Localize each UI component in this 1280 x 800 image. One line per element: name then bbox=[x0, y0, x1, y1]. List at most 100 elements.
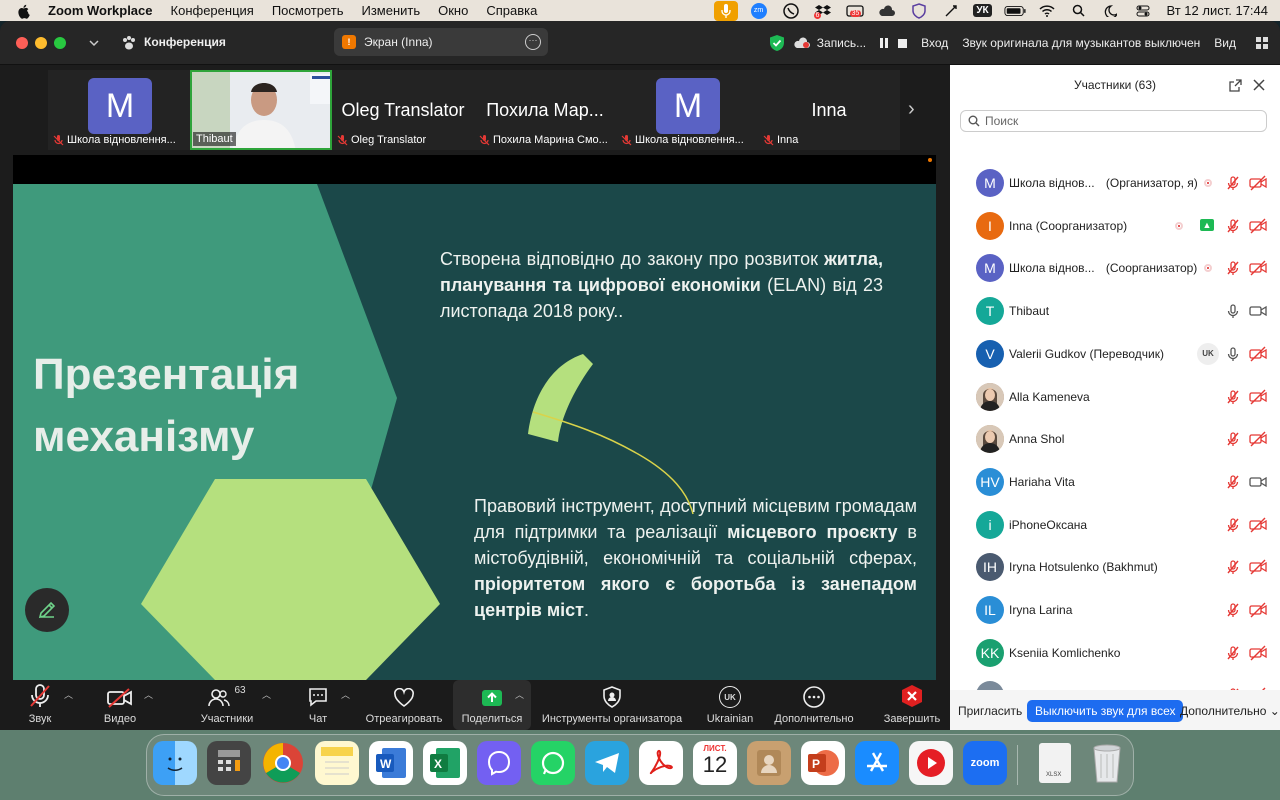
powerpoint-icon[interactable]: P bbox=[801, 741, 845, 785]
camera-off-icon[interactable] bbox=[1249, 517, 1267, 533]
camera-off-icon[interactable] bbox=[1249, 389, 1267, 405]
stop-recording-icon[interactable] bbox=[898, 38, 908, 48]
contacts-icon[interactable] bbox=[747, 741, 791, 785]
zoom-app-icon[interactable]: zoom bbox=[963, 741, 1007, 785]
notes-icon[interactable] bbox=[315, 741, 359, 785]
camera-off-icon[interactable] bbox=[1249, 645, 1267, 661]
chevron-right-icon[interactable]: › bbox=[908, 98, 915, 121]
app-store-icon[interactable] bbox=[855, 741, 899, 785]
zoom-menubar-icon[interactable]: zm bbox=[748, 2, 770, 19]
chevron-up-icon[interactable]: ︿ bbox=[64, 688, 73, 701]
mail-icon[interactable]: 35 bbox=[844, 3, 866, 19]
video-button[interactable]: Видео bbox=[92, 680, 148, 730]
trash-icon[interactable] bbox=[1085, 741, 1129, 785]
battery-icon[interactable] bbox=[1003, 3, 1026, 19]
close-window-button[interactable] bbox=[16, 37, 28, 49]
mic-muted-icon[interactable] bbox=[1225, 260, 1241, 276]
more-button[interactable]: Дополнительно bbox=[771, 680, 857, 730]
participant-row[interactable]: Anna Shol bbox=[950, 418, 1280, 460]
dropbox-icon[interactable]: 6 bbox=[812, 3, 834, 19]
mic-muted-icon[interactable] bbox=[1225, 218, 1241, 234]
mic-muted-icon[interactable] bbox=[1225, 645, 1241, 661]
more-options-icon[interactable]: ··· bbox=[525, 34, 541, 50]
original-sound-status[interactable]: Звук оригинала для музыкантов выключен bbox=[962, 36, 1200, 50]
menubar-clock[interactable]: Вт 12 лист. 17:44 bbox=[1167, 3, 1269, 18]
participant-row[interactable]: KK Kseniia Komlichenko bbox=[950, 632, 1280, 674]
acrobat-icon[interactable] bbox=[639, 741, 683, 785]
excel-icon[interactable]: X bbox=[423, 741, 467, 785]
mic-muted-icon[interactable] bbox=[1225, 175, 1241, 191]
participant-row[interactable]: IL Iryna Larina bbox=[950, 589, 1280, 631]
menu-window[interactable]: Окно bbox=[438, 3, 468, 18]
mic-muted-icon[interactable] bbox=[1225, 431, 1241, 447]
participant-row[interactable]: i iPhoneОксана bbox=[950, 504, 1280, 546]
invite-button[interactable]: Пригласить bbox=[958, 700, 1022, 722]
calendar-icon[interactable]: ЛИСТ. 12 bbox=[693, 741, 737, 785]
control-center-icon[interactable] bbox=[1132, 3, 1154, 19]
chevron-up-icon[interactable]: ︿ bbox=[515, 688, 524, 701]
mic-on-icon[interactable] bbox=[1225, 346, 1241, 362]
camera-off-icon[interactable] bbox=[1249, 260, 1267, 276]
view-menu[interactable]: Вид bbox=[1214, 36, 1250, 50]
viber-icon[interactable] bbox=[477, 741, 521, 785]
participant-row[interactable]: IH Iryna Hotsulenko (Bakhmut) bbox=[950, 546, 1280, 588]
camera-off-icon[interactable] bbox=[1249, 431, 1267, 447]
camera-off-icon[interactable] bbox=[1249, 175, 1267, 191]
word-icon[interactable]: W bbox=[369, 741, 413, 785]
participant-row[interactable]: I Inna (Соорганизатор) ▲ bbox=[950, 205, 1280, 247]
participant-thumbnail[interactable]: Inna Inna bbox=[758, 70, 900, 150]
participant-row[interactable]: T Thibaut bbox=[950, 290, 1280, 332]
youtube-player-icon[interactable] bbox=[909, 741, 953, 785]
language-interpretation-button[interactable]: UK Ukrainian bbox=[701, 680, 759, 730]
minimize-window-button[interactable] bbox=[35, 37, 47, 49]
chevron-down-icon[interactable] bbox=[89, 39, 99, 47]
chrome-icon[interactable] bbox=[261, 741, 305, 785]
view-grid-icon[interactable] bbox=[1256, 37, 1268, 49]
whatsapp-icon[interactable] bbox=[531, 741, 575, 785]
participant-row[interactable]: М Школа віднов... (Соорганизатор) bbox=[950, 247, 1280, 289]
participant-thumbnail[interactable]: M Школа відновлення... bbox=[48, 70, 190, 150]
login-label[interactable]: Вход bbox=[921, 36, 948, 50]
mic-muted-icon[interactable] bbox=[1225, 517, 1241, 533]
react-button[interactable]: Отреагировать bbox=[362, 680, 446, 730]
mic-in-use-icon[interactable] bbox=[713, 0, 738, 21]
annotate-pen-button[interactable] bbox=[25, 588, 69, 632]
participant-search-input[interactable]: Поиск bbox=[960, 110, 1267, 132]
participant-row[interactable]: Alla Kameneva bbox=[950, 376, 1280, 418]
viber-menubar-icon[interactable] bbox=[780, 2, 802, 19]
camera-off-icon[interactable] bbox=[1249, 346, 1267, 362]
calculator-icon[interactable] bbox=[207, 741, 251, 785]
menu-conference[interactable]: Конференция bbox=[171, 3, 254, 18]
camera-off-icon[interactable] bbox=[1249, 559, 1267, 575]
audio-button[interactable]: Звук bbox=[14, 680, 66, 730]
focus-moon-icon[interactable] bbox=[1100, 3, 1122, 19]
participant-thumbnail[interactable]: Похила Мар... Похила Марина Смо... bbox=[474, 70, 616, 150]
host-tools-button[interactable]: Инструменты организатора bbox=[536, 680, 688, 730]
participant-row[interactable]: V Valerii Gudkov (Переводчик) UK bbox=[950, 333, 1280, 375]
mic-muted-icon[interactable] bbox=[1225, 559, 1241, 575]
wifi-icon[interactable] bbox=[1036, 3, 1058, 19]
screen-share-indicator[interactable]: ! Экран (Inna) ··· bbox=[334, 28, 548, 56]
cloud-sync-icon[interactable] bbox=[876, 3, 898, 19]
apple-icon[interactable] bbox=[16, 3, 32, 19]
tool-icon[interactable] bbox=[940, 3, 962, 19]
pause-recording-icon[interactable] bbox=[880, 38, 889, 48]
menu-app-name[interactable]: Zoom Workplace bbox=[48, 3, 153, 18]
chevron-up-icon[interactable]: ︿ bbox=[262, 688, 271, 701]
mic-muted-icon[interactable] bbox=[1225, 602, 1241, 618]
participant-row[interactable]: HV Hariaha Vita bbox=[950, 461, 1280, 503]
finder-icon[interactable] bbox=[153, 741, 197, 785]
keyboard-layout-icon[interactable]: УК bbox=[972, 3, 994, 19]
spotlight-search-icon[interactable] bbox=[1068, 3, 1090, 19]
chevron-up-icon[interactable]: ︿ bbox=[341, 688, 350, 701]
participant-thumbnail[interactable]: M Школа відновлення... bbox=[616, 70, 758, 150]
panel-more-button[interactable]: Дополнительно ⌄ bbox=[1180, 700, 1280, 722]
participant-thumbnail-active[interactable]: Thibaut bbox=[190, 70, 332, 150]
participant-row[interactable]: М Школа віднов... (Организатор, я) bbox=[950, 162, 1280, 204]
camera-on-icon[interactable] bbox=[1249, 474, 1267, 490]
telegram-icon[interactable] bbox=[585, 741, 629, 785]
mic-on-icon[interactable] bbox=[1225, 303, 1241, 319]
mic-muted-icon[interactable] bbox=[1225, 389, 1241, 405]
mute-all-button[interactable]: Выключить звук для всех bbox=[1027, 700, 1184, 722]
chat-button[interactable]: Чат bbox=[298, 680, 338, 730]
